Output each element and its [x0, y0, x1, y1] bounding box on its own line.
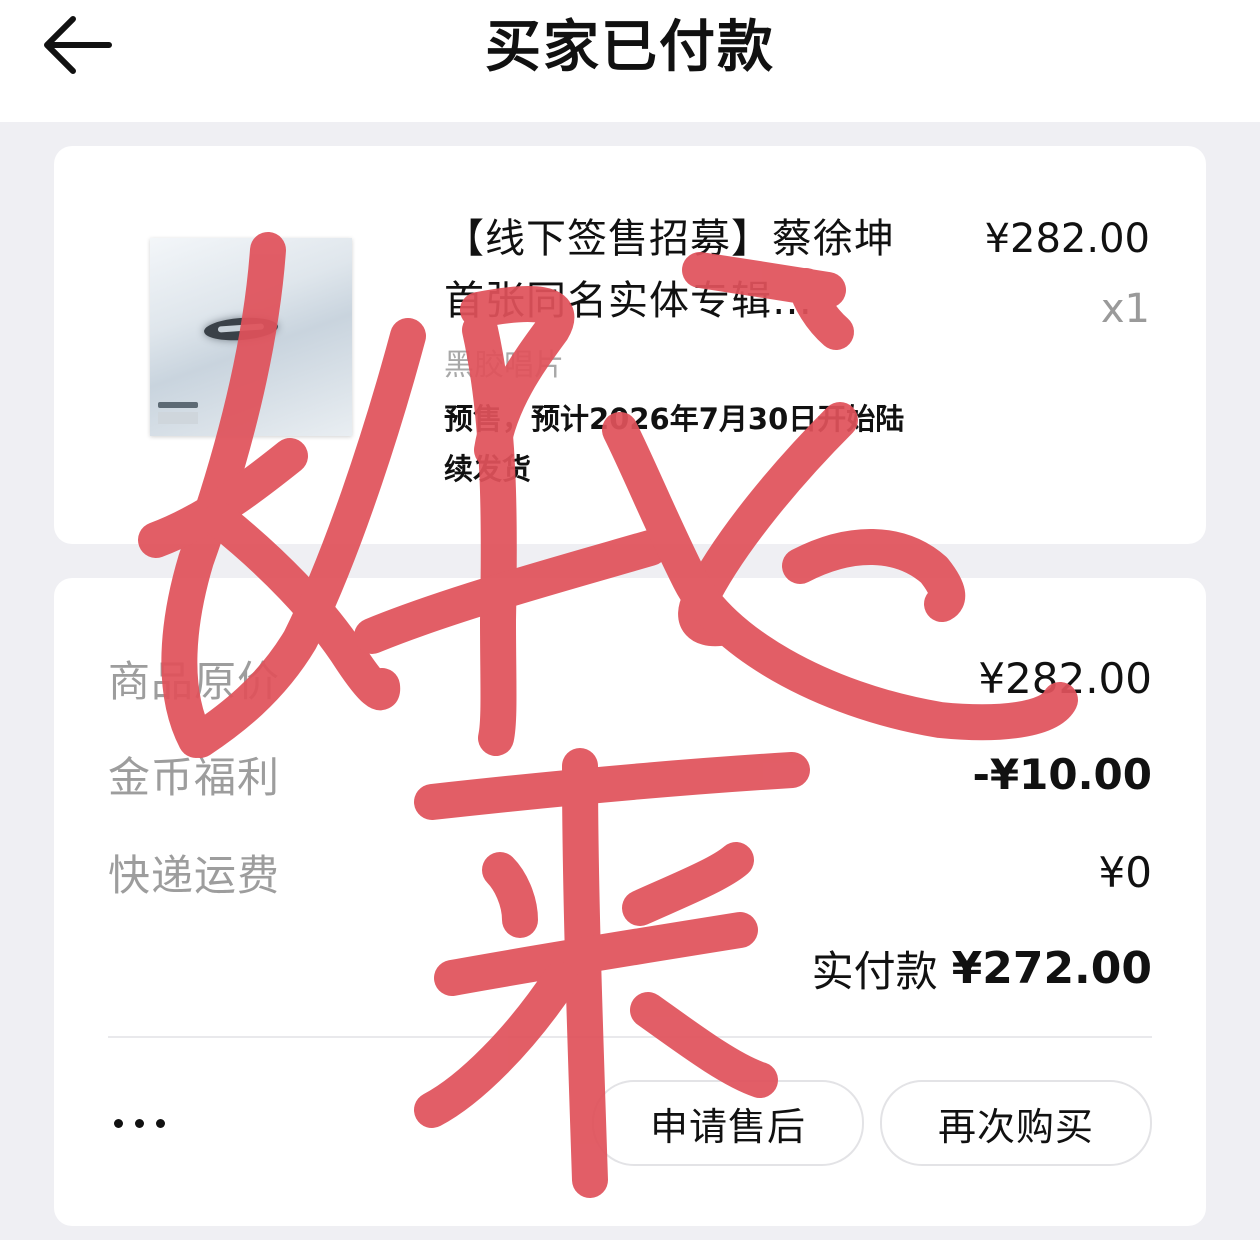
top-bar: 买家已付款	[0, 0, 1260, 122]
apply-after-sale-button[interactable]: 申请售后	[592, 1080, 864, 1166]
product-card[interactable]: 【线下签售招募】蔡徐坤首张同名实体专辑… ¥282.00 x1 黑胶唱片 预售，…	[54, 146, 1206, 544]
summary-value: ¥0	[1098, 847, 1152, 897]
summary-label: 快递运费	[108, 850, 281, 900]
summary-row-original-price: 商品原价 ¥282.00	[108, 648, 1152, 708]
product-variant: 黑胶唱片	[444, 348, 564, 383]
album-cover-logo	[158, 402, 198, 408]
total-label: 实付款	[811, 946, 938, 996]
summary-label: 金币福利	[108, 752, 281, 802]
album-cover-car	[203, 315, 279, 343]
summary-label: 商品原价	[108, 656, 281, 706]
summary-row-coin-discount: 金币福利 -¥10.00	[108, 744, 1152, 804]
product-quantity: x1	[1100, 286, 1150, 332]
product-price: ¥282.00	[984, 216, 1150, 262]
product-title[interactable]: 【线下签售招募】蔡徐坤首张同名实体专辑…	[444, 208, 914, 332]
page-title: 买家已付款	[485, 15, 775, 80]
album-cover-label	[158, 412, 198, 424]
product-thumbnail[interactable]	[150, 238, 352, 436]
divider	[108, 1036, 1152, 1038]
total-paid: 实付款 ¥272.00	[812, 938, 1152, 998]
buy-again-button[interactable]: 再次购买	[880, 1080, 1152, 1166]
summary-value: ¥282.00	[978, 653, 1152, 703]
summary-row-shipping-fee: 快递运费 ¥0	[108, 842, 1152, 902]
summary-value: -¥10.00	[972, 749, 1152, 799]
payment-summary-card: 商品原价 ¥282.00 金币福利 -¥10.00 快递运费 ¥0 实付款 ¥2…	[54, 578, 1206, 1226]
shipping-note: 预售，预计2026年7月30日开始陆续发货	[444, 402, 905, 486]
more-dots-icon[interactable]	[114, 1098, 194, 1148]
total-value: ¥272.00	[951, 942, 1152, 994]
